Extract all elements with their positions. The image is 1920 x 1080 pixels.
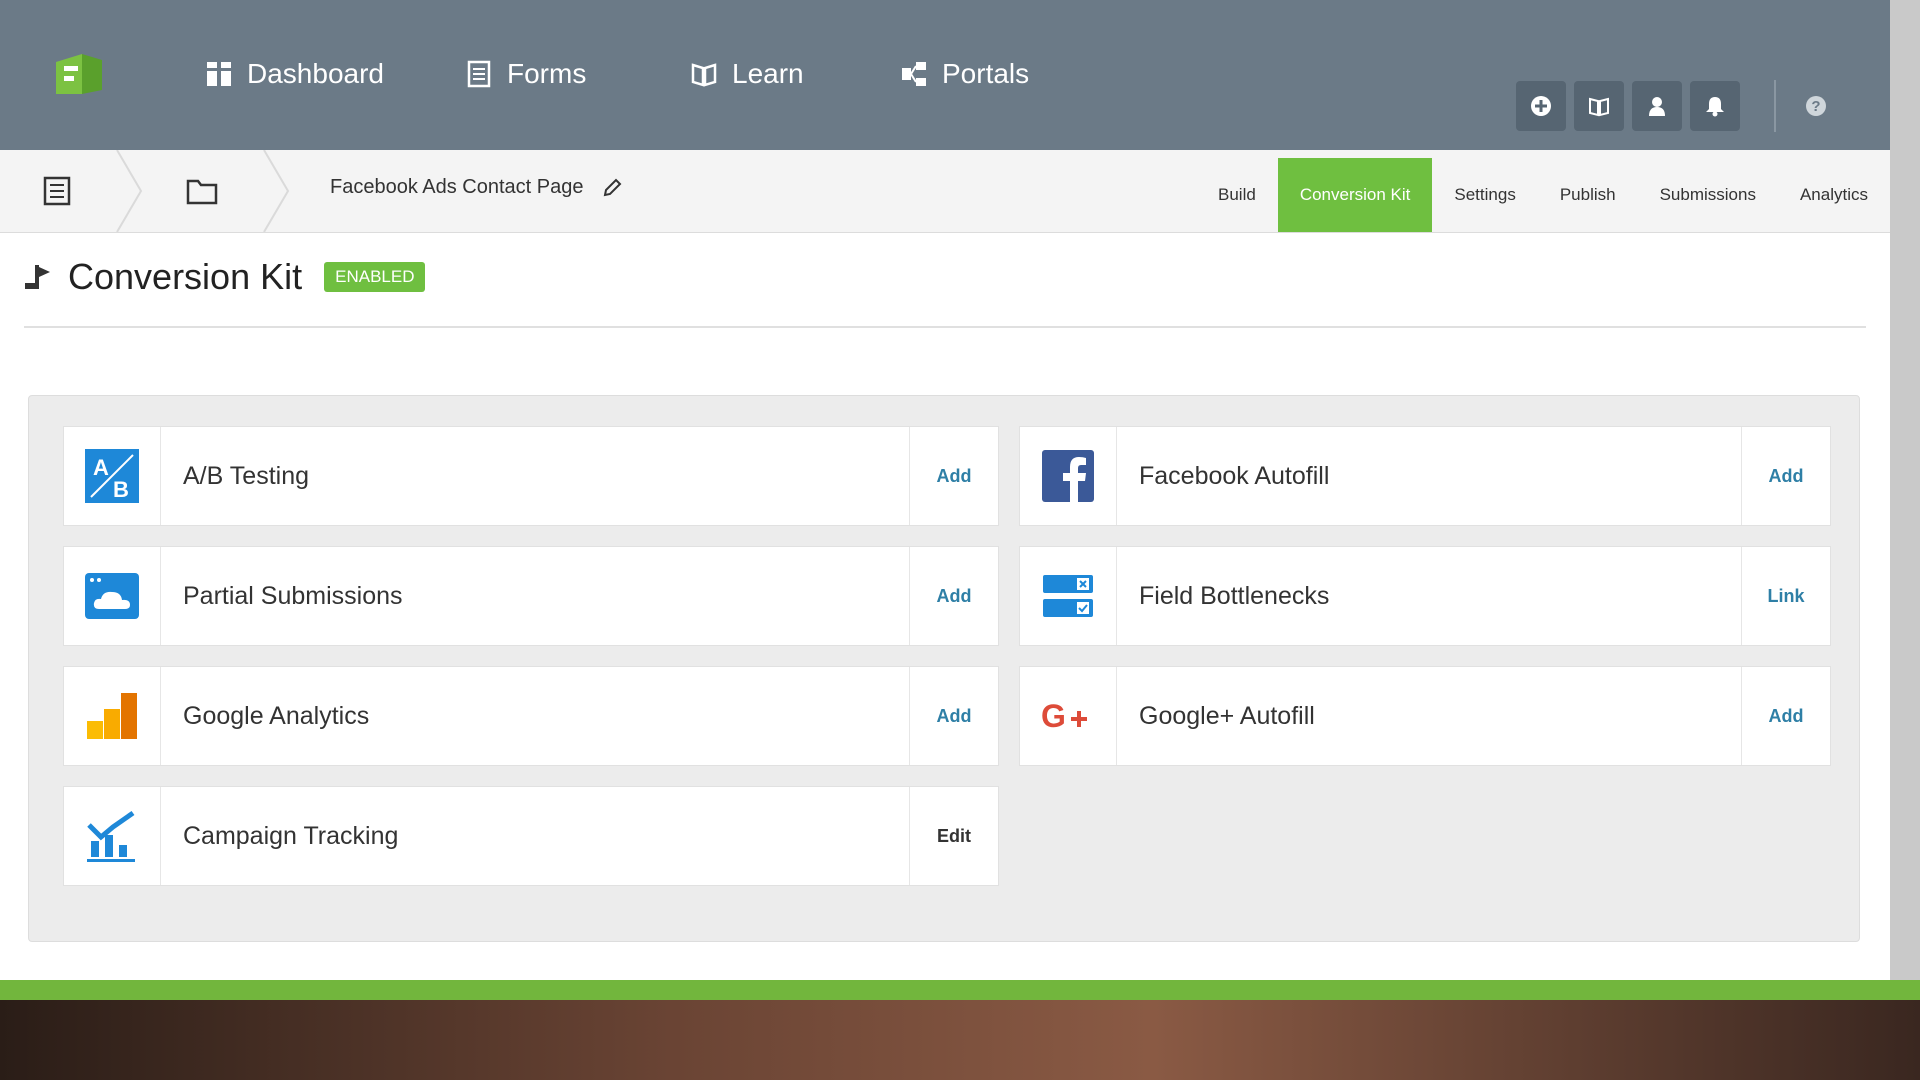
tab-conversion-kit[interactable]: Conversion Kit — [1277, 158, 1433, 232]
user-icon — [1649, 97, 1665, 116]
svg-text:B: B — [113, 477, 129, 502]
top-right-actions: ? — [1516, 80, 1826, 132]
form-name: Facebook Ads Contact Page — [330, 176, 622, 199]
integration-google-plus-autofill: G Google+ Autofill Add — [1019, 666, 1831, 766]
integration-label: Google Analytics — [183, 701, 370, 730]
integration-facebook-autofill: Facebook Autofill Add — [1019, 426, 1831, 526]
folder-icon — [186, 179, 218, 205]
app-logo[interactable] — [52, 50, 106, 98]
form-list-icon — [43, 176, 71, 206]
page-header: Conversion Kit ENABLED — [22, 256, 426, 298]
toolbar-divider — [1774, 80, 1776, 132]
ab-testing-icon: A B — [85, 449, 139, 503]
account-button[interactable] — [1632, 81, 1682, 131]
top-navigation: Dashboard Forms Learn Portals ? — [0, 0, 1890, 150]
nav-portals[interactable]: Portals — [900, 58, 1029, 90]
nav-learn[interactable]: Learn — [690, 58, 804, 90]
book-icon — [1589, 97, 1609, 117]
add-google-plus-autofill-button[interactable]: Add — [1741, 667, 1830, 765]
form-tabs: Build Conversion Kit Settings Publish Su… — [1196, 158, 1890, 232]
integration-field-bottlenecks: Field Bottlenecks Link — [1019, 546, 1831, 646]
tab-analytics[interactable]: Analytics — [1778, 158, 1890, 232]
field-bottlenecks-icon — [1043, 575, 1093, 617]
add-partial-submissions-button[interactable]: Add — [909, 547, 998, 645]
integration-ab-testing: A B A/B Testing Add — [63, 426, 999, 526]
integration-label: Campaign Tracking — [183, 821, 399, 850]
tab-publish[interactable]: Publish — [1538, 158, 1638, 232]
notifications-button[interactable] — [1690, 81, 1740, 131]
status-badge: ENABLED — [324, 262, 426, 292]
integration-google-analytics: Google Analytics Add — [63, 666, 999, 766]
form-name-label: Facebook Ads Contact Page — [330, 176, 584, 198]
forms-icon — [467, 60, 491, 88]
nav-learn-label: Learn — [732, 58, 804, 89]
nav-forms-label: Forms — [507, 58, 587, 89]
integration-partial-submissions: Partial Submissions Add — [63, 546, 999, 646]
add-ab-testing-button[interactable]: Add — [909, 427, 998, 525]
tab-build[interactable]: Build — [1196, 158, 1278, 232]
nav-portals-label: Portals — [942, 58, 1030, 89]
integrations-panel: A B A/B Testing Add Partial Submissions … — [28, 395, 1860, 942]
page-title: Conversion Kit — [68, 256, 303, 297]
background-photo — [0, 1000, 1920, 1080]
nav-dashboard[interactable]: Dashboard — [205, 58, 384, 90]
help-icon[interactable]: ? — [1806, 96, 1826, 116]
pencil-icon[interactable] — [602, 178, 622, 198]
add-google-analytics-button[interactable]: Add — [909, 667, 998, 765]
google-analytics-icon — [87, 693, 137, 739]
app-window: Dashboard Forms Learn Portals ? Facebook… — [0, 0, 1890, 980]
dashboard-icon — [207, 62, 231, 86]
tab-settings[interactable]: Settings — [1432, 158, 1537, 232]
learn-button[interactable] — [1574, 81, 1624, 131]
svg-text:A: A — [93, 455, 109, 480]
integration-label: Facebook Autofill — [1139, 461, 1330, 490]
plus-circle-icon — [1531, 96, 1551, 116]
device-frame-strip — [0, 980, 1920, 1000]
breadcrumb-separator — [116, 150, 143, 232]
tab-submissions[interactable]: Submissions — [1638, 158, 1778, 232]
campaign-chart-icon — [87, 810, 135, 862]
bell-icon — [1706, 97, 1724, 117]
header-divider — [24, 326, 1866, 328]
nav-dashboard-label: Dashboard — [247, 58, 384, 89]
facebook-icon — [1042, 450, 1094, 502]
breadcrumb-separator — [263, 150, 290, 232]
google-plus-icon: G — [1041, 698, 1087, 734]
add-facebook-autofill-button[interactable]: Add — [1741, 427, 1830, 525]
folder-button[interactable] — [186, 150, 218, 232]
create-button[interactable] — [1516, 81, 1566, 131]
integration-label: A/B Testing — [183, 461, 310, 490]
integration-label: Google+ Autofill — [1139, 701, 1315, 730]
conversion-kit-icon — [25, 265, 50, 289]
portals-icon — [902, 62, 926, 86]
integration-label: Partial Submissions — [183, 581, 403, 610]
svg-text:G: G — [1041, 698, 1066, 734]
integration-campaign-tracking: Campaign Tracking Edit — [63, 786, 999, 886]
nav-forms[interactable]: Forms — [465, 58, 586, 90]
form-list-button[interactable] — [42, 150, 72, 232]
link-field-bottlenecks-button[interactable]: Link — [1741, 547, 1830, 645]
integration-label: Field Bottlenecks — [1139, 581, 1330, 610]
edit-campaign-tracking-button[interactable]: Edit — [909, 787, 998, 885]
form-subbar: Facebook Ads Contact Page Build Conversi… — [0, 150, 1890, 233]
cloud-window-icon — [85, 573, 139, 619]
book-icon — [691, 63, 717, 87]
